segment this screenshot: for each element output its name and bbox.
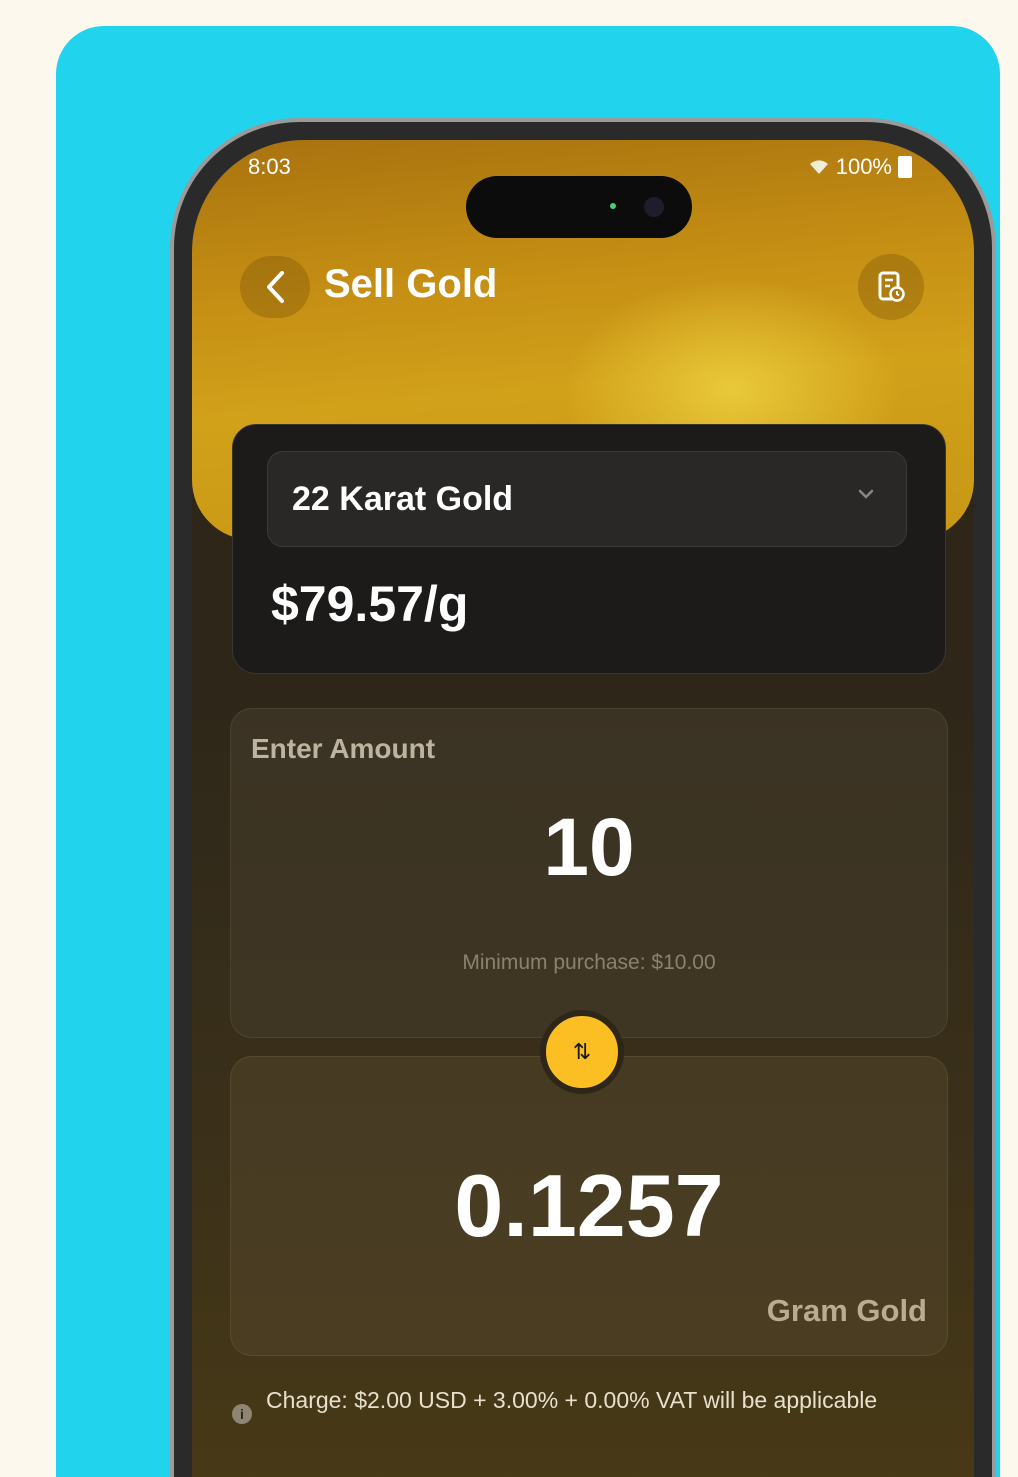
history-button[interactable] bbox=[858, 254, 924, 320]
phone-screen: 8:03 100% Sell Gold 22 Karat Gold $79.57… bbox=[192, 140, 974, 1477]
info-icon: i bbox=[232, 1404, 252, 1424]
phone-frame: 8:03 100% Sell Gold 22 Karat Gold $79.57… bbox=[170, 118, 996, 1477]
gram-unit-label: Gram Gold bbox=[766, 1293, 927, 1328]
karat-selected-label: 22 Karat Gold bbox=[292, 480, 514, 518]
chevron-left-icon bbox=[267, 271, 284, 303]
dynamic-island bbox=[466, 176, 692, 238]
status-indicators: 100% bbox=[808, 154, 912, 180]
chevron-down-icon bbox=[858, 489, 874, 499]
gram-output-card: 0.1257 Gram Gold bbox=[230, 1056, 948, 1356]
swap-button[interactable]: ⇅ bbox=[540, 1010, 624, 1094]
status-time: 8:03 bbox=[248, 154, 291, 179]
battery-percent: 100% bbox=[835, 154, 892, 179]
background-card: 8:03 100% Sell Gold 22 Karat Gold $79.57… bbox=[56, 26, 1000, 1477]
gold-price-per-gram: $79.57/g bbox=[271, 576, 469, 632]
back-button[interactable] bbox=[240, 256, 310, 318]
amount-label: Enter Amount bbox=[251, 733, 436, 764]
amount-input-card[interactable]: Enter Amount 10 Minimum purchase: $10.00 bbox=[230, 708, 948, 1038]
gram-value: 0.1257 bbox=[454, 1156, 724, 1255]
page-title: Sell Gold bbox=[324, 262, 498, 306]
sensor-dot bbox=[610, 203, 616, 209]
minimum-purchase-note: Minimum purchase: $10.00 bbox=[462, 951, 716, 974]
wifi-icon bbox=[809, 160, 828, 174]
karat-price-card: 22 Karat Gold $79.57/g bbox=[232, 424, 946, 674]
charge-text: Charge: $2.00 USD + 3.00% + 0.00% VAT wi… bbox=[266, 1387, 878, 1413]
app-top-bar: Sell Gold bbox=[192, 250, 974, 330]
receipt-clock-icon bbox=[878, 271, 905, 302]
battery-icon bbox=[898, 156, 912, 178]
front-camera bbox=[644, 197, 664, 217]
karat-dropdown[interactable]: 22 Karat Gold bbox=[267, 451, 907, 547]
swap-vertical-icon: ⇅ bbox=[572, 1039, 592, 1064]
amount-input[interactable]: 10 bbox=[231, 801, 947, 895]
